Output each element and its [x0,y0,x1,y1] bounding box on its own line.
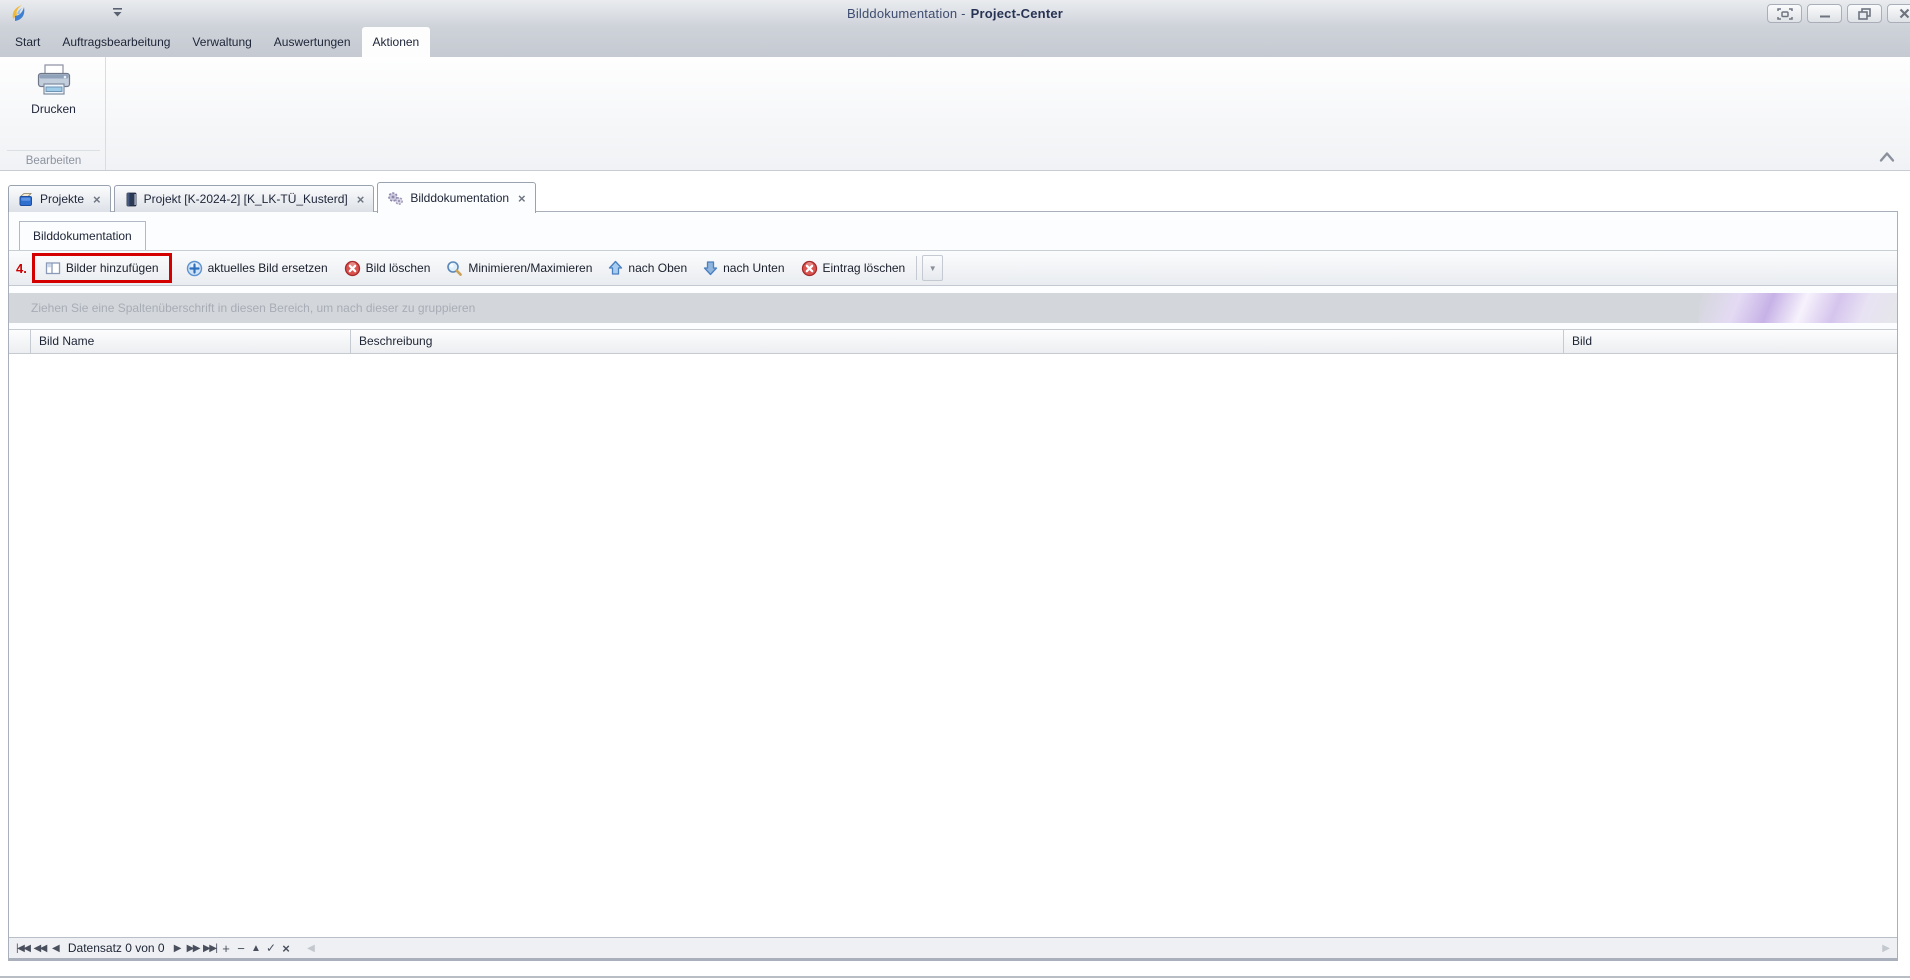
project-binder-icon [124,192,138,207]
prev-record-button[interactable]: ◀ [48,943,63,954]
scroll-left-arrow[interactable]: ◀ [303,943,318,954]
scroll-right-arrow[interactable]: ▶ [1882,943,1890,954]
move-down-icon [703,260,718,276]
print-button[interactable]: Drucken [18,62,90,116]
tab-close-icon[interactable]: × [357,193,365,206]
close-icon [1899,8,1910,19]
next-record-button[interactable]: ▶ [170,943,185,954]
record-count-status: Datensatz 0 von 0 [68,941,165,955]
prev-page-button[interactable]: ◀◀ [31,943,47,954]
window-bottom-edge [0,976,1910,978]
screen-toggle-button[interactable] [1767,4,1802,23]
ribbon-tab-bar: Start Auftragsbearbeitung Verwaltung Aus… [0,27,1910,57]
ribbon-group-label: Bearbeiten [7,150,100,167]
screen-toggle-icon [1777,8,1793,20]
replace-image-button[interactable]: aktuelles Bild ersetzen [178,256,336,281]
toolbar-button-label: Minimieren/Maximieren [468,261,592,275]
ribbon-tab-verwaltung[interactable]: Verwaltung [181,27,262,57]
minimize-icon [1819,9,1831,19]
ribbon-body: Drucken Bearbeiten [0,57,1910,171]
decorative-swoosh [1699,293,1897,323]
last-record-button[interactable]: ▶▶| [201,943,218,954]
delete-record-button[interactable]: − [233,941,248,956]
image-toolbar: 4. Bilder hinzufügen aktuelles Bild erse… [9,250,1897,286]
ribbon-collapse-chevron-icon[interactable] [1878,150,1896,163]
chevron-down-icon: ▼ [929,264,937,273]
document-tab-bar: Projekte × Projekt [K-2024-2] [K_LK-TÜ_K… [8,181,536,212]
delete-image-icon [344,260,361,277]
end-edit-button[interactable]: ✓ [263,941,278,955]
group-by-drop-area[interactable]: Ziehen Sie eine Spaltenüberschrift in di… [9,293,1897,323]
magnifier-icon [446,260,463,277]
first-record-button[interactable]: |◀◀ [14,943,31,954]
toolbar-button-label: nach Unten [723,261,784,275]
close-button[interactable] [1887,4,1910,23]
window-controls [1767,4,1910,23]
minimize-button[interactable] [1807,4,1842,23]
move-up-icon [608,260,623,276]
document-tab-label: Projekte [40,192,84,206]
window-title: Bilddokumentation - Project-Center [0,6,1910,21]
column-header-bild[interactable]: Bild [1564,330,1897,353]
ribbon-tab-auswertungen[interactable]: Auswertungen [263,27,362,57]
annotation-highlight-box: Bilder hinzufügen [32,253,172,283]
column-header-bild-name[interactable]: Bild Name [31,330,351,353]
toolbar-button-label: Bild löschen [366,261,431,275]
grid-body-empty[interactable] [9,354,1897,937]
cancel-edit-button[interactable]: × [278,941,293,956]
delete-image-button[interactable]: Bild löschen [336,256,439,281]
window-title-context: Bilddokumentation - [847,6,966,21]
move-up-button[interactable]: nach Oben [600,256,695,280]
title-bar: Bilddokumentation - Project-Center [0,0,1910,27]
edit-record-button[interactable]: ▲ [248,943,263,954]
add-images-icon [45,261,61,275]
document-tab-bilddokumentation[interactable]: Bilddokumentation × [377,182,535,213]
grid-header-row: Bild Name Beschreibung Bild [9,329,1897,354]
minimize-maximize-button[interactable]: Minimieren/Maximieren [438,256,600,281]
toolbar-overflow-button[interactable]: ▼ [922,255,943,281]
next-page-button[interactable]: ▶▶ [185,943,201,954]
toolbar-button-label: aktuelles Bild ersetzen [208,261,328,275]
printer-icon [35,64,73,98]
record-navigator: |◀◀ ◀◀ ◀ Datensatz 0 von 0 ▶ ▶▶ ▶▶| + − … [9,937,1897,958]
document-tab-label: Projekt [K-2024-2] [K_LK-TÜ_Kusterd] [144,192,348,206]
bilddokumentation-panel: Bilddokumentation 4. Bilder hinzufügen a… [8,211,1898,961]
document-tab-projekte[interactable]: Projekte × [8,185,111,212]
toolbar-separator [916,256,917,280]
window-title-app: Project-Center [971,6,1063,21]
delete-entry-button[interactable]: Eintrag löschen [793,256,914,281]
ribbon-group-bearbeiten: Drucken Bearbeiten [2,57,106,170]
add-images-button[interactable]: Bilder hinzufügen [37,257,167,279]
application-window: { "window": { "title_prefix": "Bilddokum… [0,0,1910,980]
move-down-button[interactable]: nach Unten [695,256,792,280]
tab-close-icon[interactable]: × [93,193,101,206]
tab-close-icon[interactable]: × [518,192,526,205]
restore-icon [1858,8,1871,20]
group-by-hint-text: Ziehen Sie eine Spaltenüberschrift in di… [31,301,475,315]
ribbon-tab-start[interactable]: Start [4,27,51,57]
column-header-beschreibung[interactable]: Beschreibung [351,330,1564,353]
replace-image-icon [186,260,203,277]
delete-entry-icon [801,260,818,277]
projects-box-icon [18,192,34,207]
append-record-button[interactable]: + [218,941,233,956]
toolbar-button-label: Bilder hinzufügen [66,261,159,275]
row-indicator-header[interactable] [9,330,31,353]
toolbar-button-label: Eintrag löschen [823,261,906,275]
ribbon-tab-aktionen[interactable]: Aktionen [362,27,431,57]
subtab-bilddokumentation[interactable]: Bilddokumentation [19,221,146,250]
toolbar-button-label: nach Oben [628,261,687,275]
document-tab-label: Bilddokumentation [410,191,509,205]
print-button-label: Drucken [18,102,90,116]
document-tab-projekt-k-2024-2[interactable]: Projekt [K-2024-2] [K_LK-TÜ_Kusterd] × [114,185,375,212]
restore-button[interactable] [1847,4,1882,23]
annotation-step-number: 4. [16,261,27,276]
gears-icon [387,191,404,206]
ribbon-tab-auftragsbearbeitung[interactable]: Auftragsbearbeitung [51,27,181,57]
